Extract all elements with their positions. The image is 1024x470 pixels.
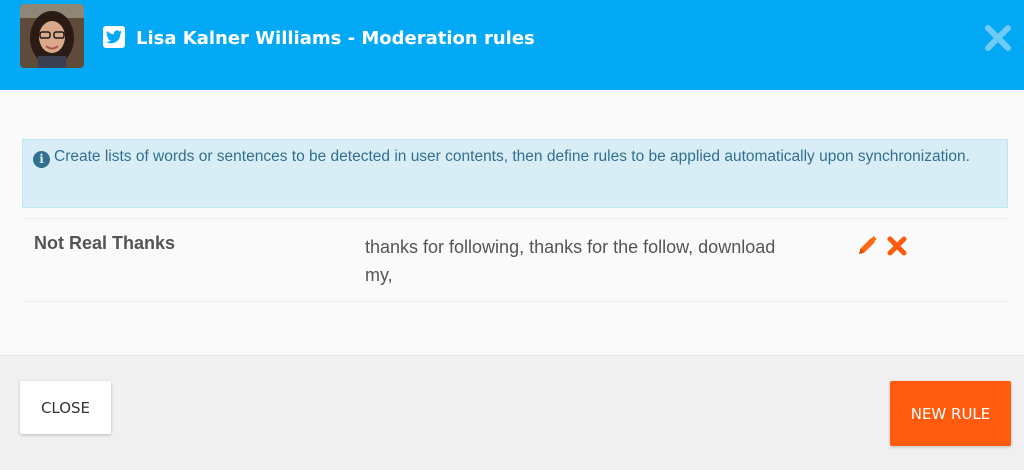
delete-icon[interactable] xyxy=(886,235,908,257)
info-icon: i xyxy=(33,151,50,168)
twitter-icon xyxy=(103,26,125,48)
dialog-header: Lisa Kalner Williams - Moderation rules xyxy=(0,0,1024,90)
moderation-rules-dialog: Lisa Kalner Williams - Moderation rules … xyxy=(0,0,1024,470)
dialog-footer: CLOSE NEW RULE xyxy=(0,355,1024,470)
avatar xyxy=(20,4,84,68)
info-text: Create lists of words or sentences to be… xyxy=(54,148,970,165)
info-alert: i Create lists of words or sentences to b… xyxy=(22,139,1008,208)
dialog-body: i Create lists of words or sentences to b… xyxy=(0,90,1024,355)
rule-name: Not Real Thanks xyxy=(34,233,176,253)
rule-row: Not Real Thanks thanks for following, th… xyxy=(22,218,1010,302)
dialog-title: Lisa Kalner Williams - Moderation rules xyxy=(136,28,535,49)
new-rule-button[interactable]: NEW RULE xyxy=(890,381,1011,446)
pencil-icon[interactable] xyxy=(856,235,878,257)
close-icon[interactable] xyxy=(984,24,1012,52)
close-button[interactable]: CLOSE xyxy=(20,381,111,434)
rule-words: thanks for following, thanks for the fol… xyxy=(365,237,776,285)
